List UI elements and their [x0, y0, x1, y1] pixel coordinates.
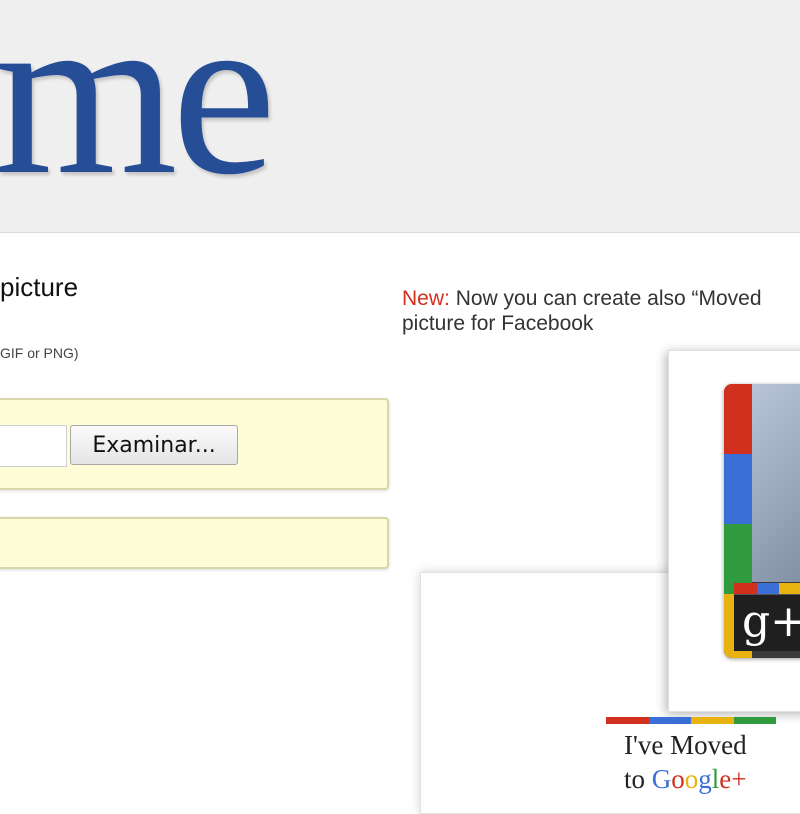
- moved-caption-line1: I've Moved: [624, 730, 747, 760]
- gplus-color-bar: [734, 582, 800, 595]
- red-stripe: [724, 384, 752, 454]
- blue-stripe: [724, 454, 752, 524]
- google-letter-o2: o: [684, 764, 699, 794]
- upload-heading: picture: [0, 272, 79, 302]
- google-letter-g: G: [651, 764, 672, 794]
- file-path-field[interactable]: [0, 425, 67, 467]
- news-notice: New: Now you can create also “Moved pict…: [402, 286, 800, 336]
- browse-button[interactable]: Examinar...: [70, 425, 238, 465]
- gplus-profile-frame: g+: [724, 384, 800, 658]
- news-text-line2: picture for Facebook: [402, 312, 594, 335]
- news-text-line1: Now you can create also “Moved: [455, 287, 762, 310]
- moved-caption-prefix: to: [624, 764, 652, 794]
- google-letter-e: e: [719, 764, 732, 794]
- submit-box[interactable]: [0, 517, 389, 569]
- google-wordmark: Google+: [652, 764, 747, 794]
- gplus-logo-text: g+: [742, 596, 800, 647]
- google-color-bar: [606, 714, 776, 724]
- profile-photo: [752, 384, 800, 582]
- google-letter-g2: g: [698, 764, 712, 794]
- google-plus-sign: +: [731, 764, 747, 794]
- site-logo: me: [0, 0, 276, 224]
- gplus-badge: g+: [734, 594, 800, 651]
- google-letter-o1: o: [671, 764, 685, 794]
- news-label: New:: [402, 287, 450, 310]
- moved-caption-line2: to Google+: [624, 764, 747, 795]
- format-hint: GIF or PNG): [0, 345, 79, 361]
- page-header: me: [0, 0, 800, 233]
